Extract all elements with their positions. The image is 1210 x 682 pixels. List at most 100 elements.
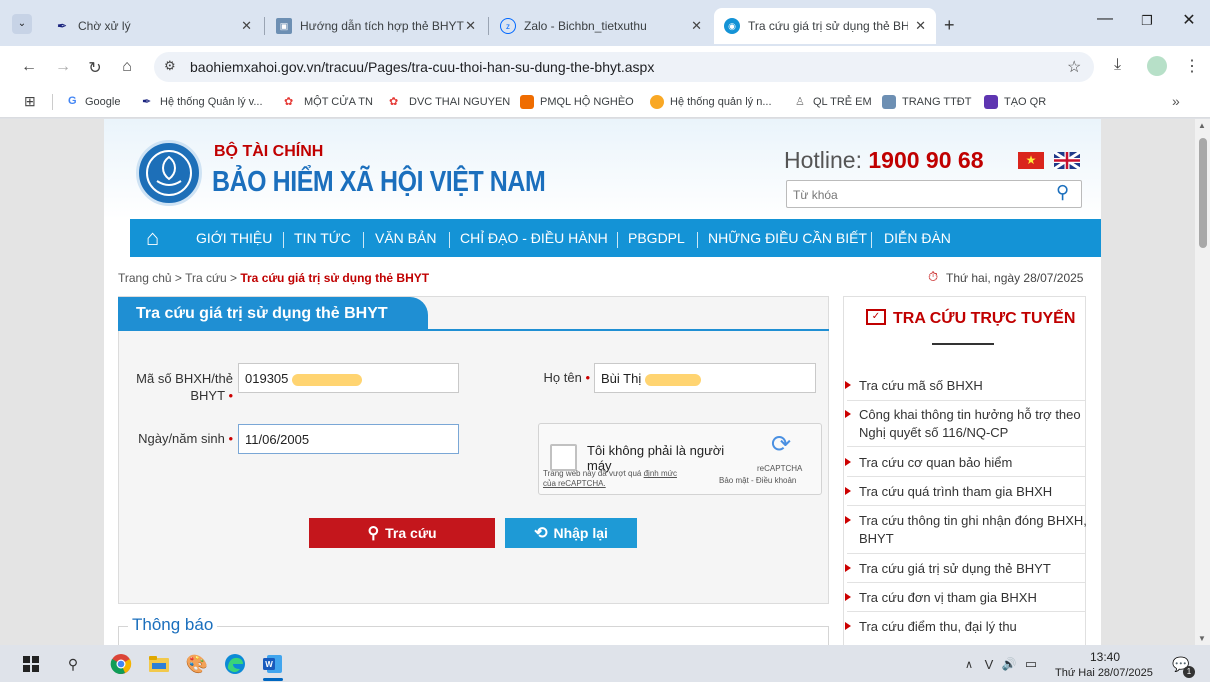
vpn-icon[interactable]: V — [978, 653, 1000, 675]
nav-nhung-dieu[interactable]: NHỮNG ĐIỀU CẦN BIẾT — [708, 230, 867, 246]
full-name-input[interactable]: Bùi Thị — [594, 363, 816, 393]
bookmark-he-thong-ql[interactable]: ✒ Hệ thống Quản lý v... — [142, 95, 263, 109]
reload-icon[interactable]: ↻ — [84, 58, 106, 78]
apps-icon[interactable]: ⊞ — [24, 93, 36, 110]
tab-search-button[interactable]: ⌄ — [12, 14, 32, 34]
bookmark-he-thong-qln[interactable]: Hệ thống quản lý n... — [650, 95, 772, 109]
bookmark-divider — [52, 94, 53, 110]
sidebar-link-co-quan[interactable]: Tra cứu cơ quan bảo hiểm — [845, 454, 1087, 472]
current-date: Thứ hai, ngày 28/07/2025 — [946, 271, 1084, 285]
vietnamese-flag-icon[interactable]: ★ — [1018, 152, 1044, 169]
tab-tra-cuu[interactable]: ◉ Tra cứu giá trị sử dụng thẻ BHY ✕ — [714, 8, 936, 44]
sidebar-link-qua-trinh[interactable]: Tra cứu quá trình tham gia BHXH — [845, 483, 1087, 501]
edge-icon[interactable] — [224, 653, 246, 675]
bhxh-id-input[interactable]: 019305 — [238, 363, 459, 393]
english-flag-icon[interactable] — [1054, 152, 1080, 169]
close-tab-icon[interactable]: ✕ — [465, 18, 476, 34]
scrollbar-thumb[interactable] — [1199, 138, 1207, 248]
site-info-icon[interactable]: ⚙ — [164, 58, 176, 74]
close-tab-icon[interactable]: ✕ — [915, 18, 926, 34]
sidebar-link-diem-thu[interactable]: Tra cứu điểm thu, đại lý thu — [845, 618, 1087, 636]
paint-app-icon[interactable]: 🎨 — [186, 653, 208, 675]
site-search-input[interactable]: Từ khóa — [786, 180, 1082, 208]
network-icon[interactable]: ▭ — [1020, 653, 1042, 675]
bookmark-star-icon[interactable]: ☆ — [1067, 57, 1081, 77]
sidebar-link-cong-khai[interactable]: Công khai thông tin hưởng hỗ trợ theo Ng… — [845, 406, 1087, 442]
breadcrumb-home[interactable]: Trang chủ > — [118, 271, 182, 285]
menu-icon[interactable]: ⋮ — [1184, 56, 1200, 76]
tab-zalo[interactable]: z Zalo - Bichbn_tietxuthu ✕ — [490, 8, 712, 44]
windows-start-icon[interactable] — [20, 653, 42, 675]
org-top-title: BỘ TÀI CHÍNH — [214, 143, 324, 160]
nav-pbgdpl[interactable]: PBGDPL — [628, 230, 685, 246]
file-explorer-icon[interactable] — [148, 653, 170, 675]
quota-link[interactable]: định mức — [644, 469, 677, 478]
close-tab-icon[interactable]: ✕ — [241, 18, 252, 34]
sidebar-divider — [847, 476, 1085, 477]
tab-cho-xu-ly[interactable]: ✒ Chờ xử lý ✕ — [44, 8, 262, 44]
volume-icon[interactable]: 🔊 — [998, 653, 1020, 675]
tab-title: Tra cứu giá trị sử dụng thẻ BHY — [748, 19, 908, 33]
dob-input[interactable]: 11/06/2005 — [238, 424, 459, 454]
scroll-up-icon[interactable]: ▲ — [1198, 121, 1206, 130]
bookmark-ql-tre-em[interactable]: ♙ QL TRẺ EM — [795, 95, 872, 109]
bookmark-tao-qr[interactable]: TẠO QR — [984, 95, 1046, 109]
tab-title: Hướng dẫn tích hợp thẻ BHYT — [300, 19, 464, 33]
nav-dien-dan[interactable]: DIỄN ĐÀN — [884, 230, 951, 246]
breadcrumb-section[interactable]: Tra cứu > — [185, 271, 237, 285]
close-window-icon[interactable]: ✕ — [1174, 10, 1204, 30]
taskbar-search-icon[interactable]: ⚲ — [62, 653, 84, 675]
scroll-down-icon[interactable]: ▼ — [1198, 634, 1206, 643]
recaptcha-links[interactable]: Bảo mật - Điều khoản — [719, 476, 796, 485]
sidebar-link-don-vi[interactable]: Tra cứu đơn vị tham gia BHXH — [845, 589, 1087, 607]
restore-icon[interactable]: ❐ — [1132, 13, 1162, 29]
name-label: Họ tên • — [543, 370, 591, 385]
bookmark-mot-cua[interactable]: ✿ MỘT CỬA TN — [284, 95, 373, 109]
url-text[interactable]: baohiemxahoi.gov.vn/tracuu/Pages/tra-cuu… — [190, 59, 654, 75]
show-hidden-icons-icon[interactable]: ∧ — [958, 653, 980, 675]
nav-tin-tuc[interactable]: TIN TỨC — [294, 230, 351, 246]
profile-avatar[interactable] — [1147, 56, 1167, 76]
reset-button[interactable]: ⟲ Nhập lại — [505, 518, 637, 548]
sidebar-divider — [847, 400, 1085, 401]
bookmark-pmql[interactable]: PMQL HỘ NGHÈO — [520, 95, 634, 109]
hotline-number[interactable]: 1900 90 68 — [868, 147, 983, 173]
nav-divider — [363, 232, 364, 248]
recaptcha-checkbox[interactable] — [550, 444, 577, 471]
forward-icon[interactable]: → — [52, 58, 74, 76]
new-tab-button[interactable]: + — [944, 15, 955, 36]
notice-title: Thông báo — [128, 615, 218, 635]
sidebar-divider — [847, 582, 1085, 583]
taskbar-time[interactable]: 13:40 — [1090, 650, 1120, 664]
back-icon[interactable]: ← — [18, 58, 40, 76]
tab-title: Chờ xử lý — [78, 19, 131, 33]
nav-chi-dao[interactable]: CHỈ ĐẠO - ĐIỀU HÀNH — [460, 230, 608, 246]
bhxh-logo[interactable] — [136, 140, 202, 206]
search-icon[interactable]: ⚲ — [1056, 182, 1069, 203]
download-icon[interactable]: ⤓ — [1114, 56, 1121, 74]
word-icon[interactable]: W — [262, 653, 284, 675]
nav-divider — [697, 232, 698, 248]
close-tab-icon[interactable]: ✕ — [691, 18, 702, 34]
active-app-indicator — [263, 678, 283, 681]
bookmark-trang-ttdt[interactable]: TRANG TTĐT — [882, 95, 971, 109]
home-icon[interactable]: ⌂ — [116, 58, 138, 76]
bookmarks-more[interactable]: » — [1172, 93, 1180, 109]
taskbar-date[interactable]: Thứ Hai 28/07/2025 — [1055, 667, 1153, 679]
flower-icon: ✿ — [284, 96, 294, 108]
tab-huong-dan[interactable]: ▣ Hướng dẫn tích hợp thẻ BHYT ✕ — [266, 8, 486, 44]
bookmark-google[interactable]: G Google — [68, 95, 120, 109]
search-submit-button[interactable]: ⚲ Tra cứu — [309, 518, 495, 548]
chrome-icon[interactable] — [110, 653, 132, 675]
minimize-icon[interactable]: — — [1090, 10, 1120, 28]
main-nav — [130, 219, 1101, 257]
sidebar-link-ma-so[interactable]: Tra cứu mã số BHXH — [845, 377, 1087, 395]
sidebar-link-ghi-nhan[interactable]: Tra cứu thông tin ghi nhận đóng BHXH, BH… — [845, 512, 1087, 548]
home-nav-icon[interactable]: ⌂ — [146, 225, 159, 251]
sidebar-link-gia-tri-bhyt[interactable]: Tra cứu giá trị sử dụng thẻ BHYT — [845, 560, 1087, 578]
nav-van-ban[interactable]: VĂN BẢN — [375, 230, 436, 246]
bookmark-dvc[interactable]: ✿ DVC THAI NGUYEN — [389, 95, 510, 109]
nav-gioi-thieu[interactable]: GIỚI THIỆU — [196, 230, 272, 246]
redacted-mark — [644, 373, 701, 386]
nav-divider — [283, 232, 284, 248]
